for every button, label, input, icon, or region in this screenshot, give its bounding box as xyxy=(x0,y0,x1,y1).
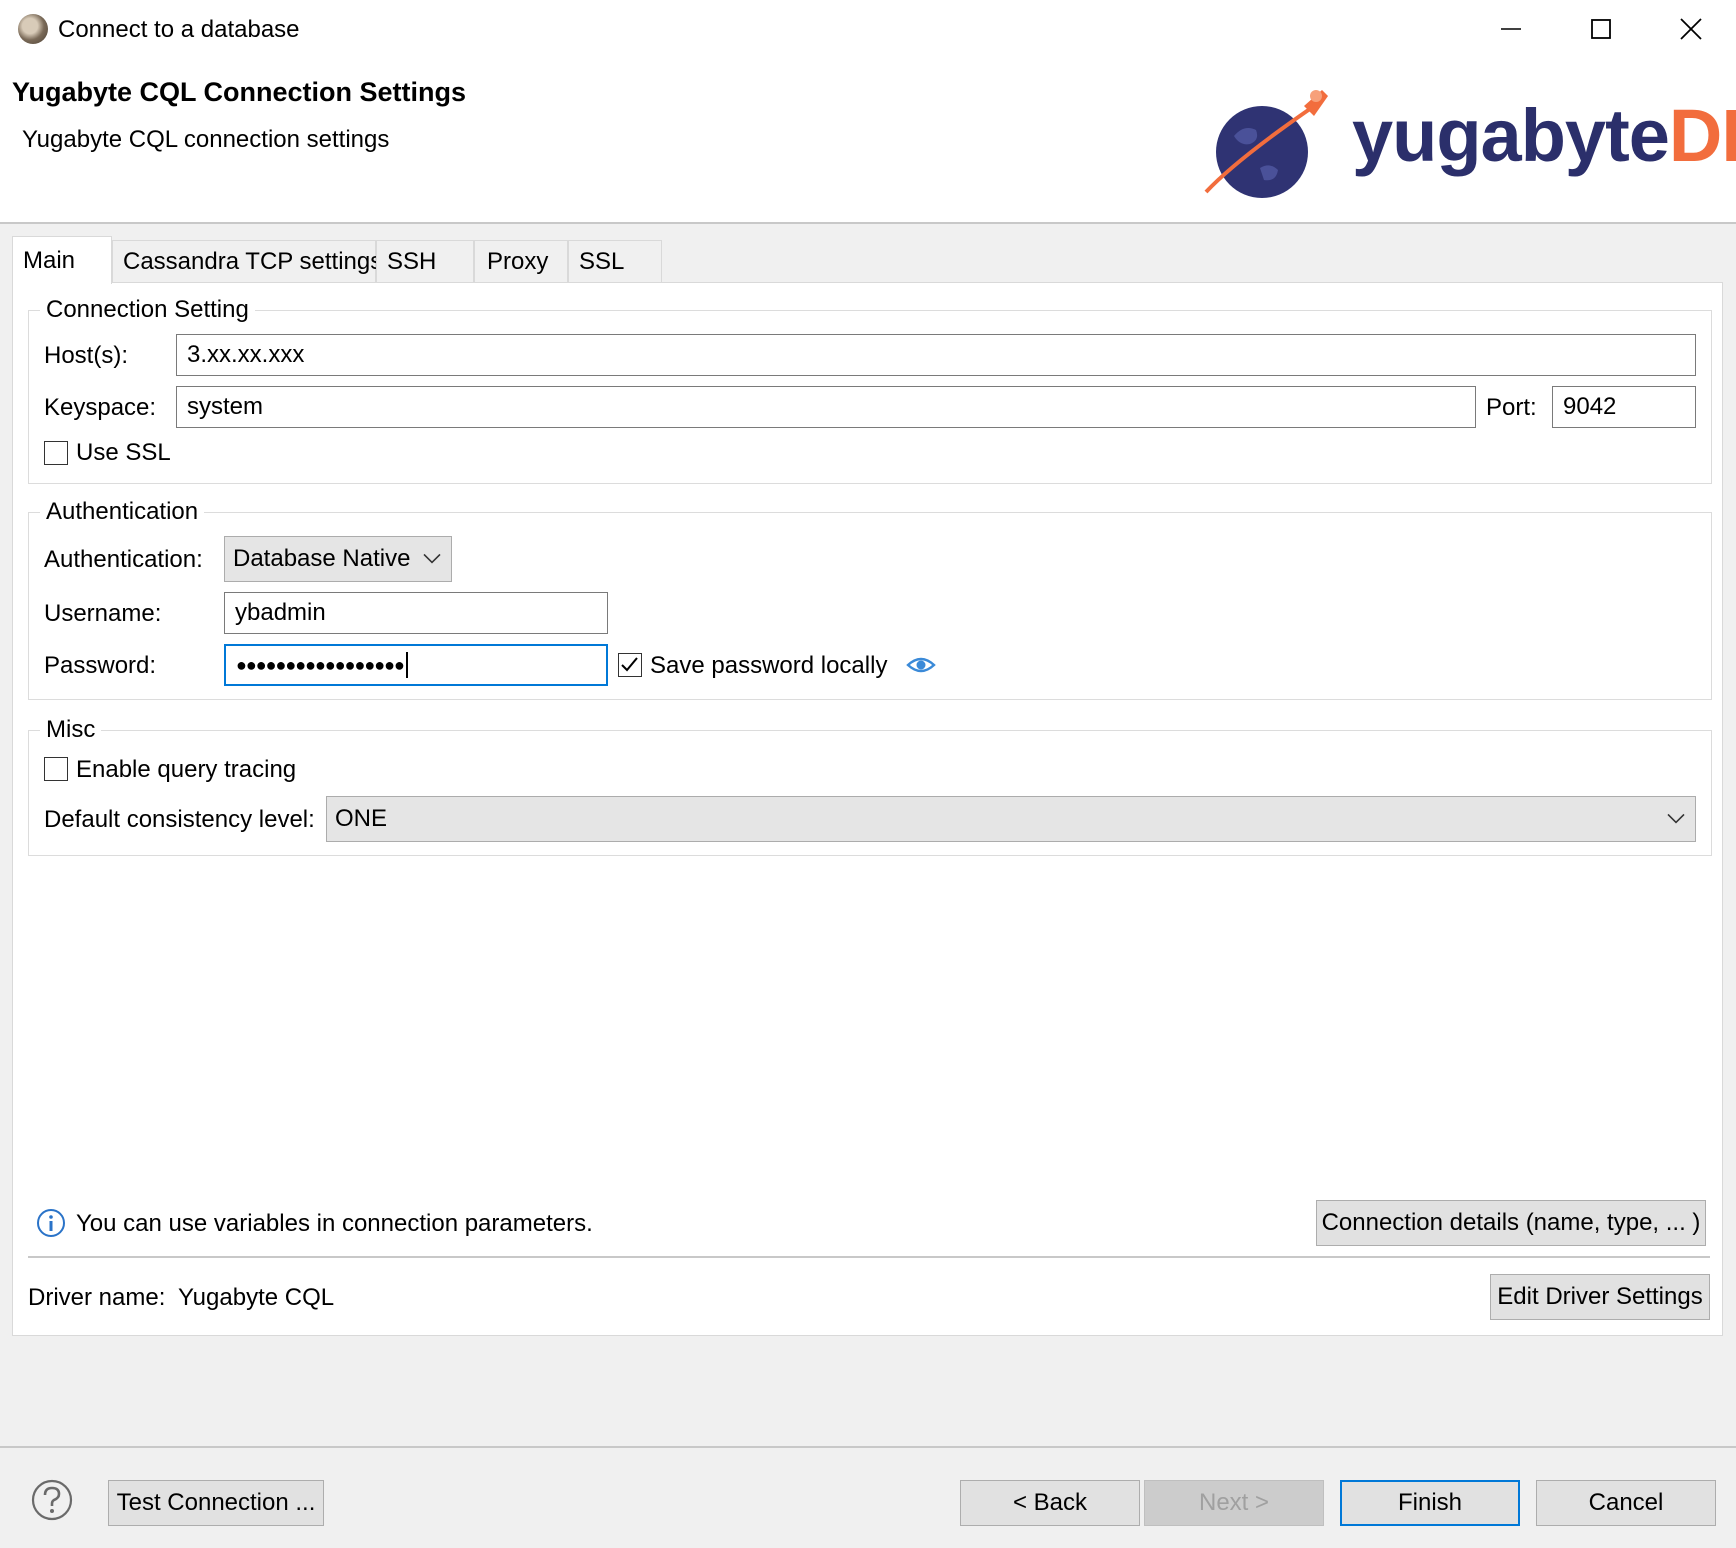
wizard-header: Yugabyte CQL Connection Settings Yugabyt… xyxy=(0,60,1736,224)
title-bar: Connect to a database xyxy=(0,0,1736,60)
username-label: Username: xyxy=(44,600,162,627)
minimize-button[interactable] xyxy=(1466,0,1556,58)
close-button[interactable] xyxy=(1646,0,1736,58)
variables-info-text: You can use variables in connection para… xyxy=(76,1210,593,1237)
password-value: ●●●●●●●●●●●●●●●●● xyxy=(236,654,405,675)
footer-separator xyxy=(28,1256,1710,1258)
tab-main[interactable]: Main xyxy=(12,236,112,284)
query-tracing-checkbox[interactable] xyxy=(44,757,68,781)
logo-text-main: yugabyte xyxy=(1352,94,1670,177)
save-password-checkbox[interactable] xyxy=(618,653,642,677)
hosts-input[interactable]: 3.xx.xx.xxx xyxy=(176,334,1696,376)
back-button[interactable]: < Back xyxy=(960,1480,1140,1526)
page-title: Yugabyte CQL Connection Settings xyxy=(12,77,467,107)
maximize-button[interactable] xyxy=(1556,0,1646,58)
authentication-value: Database Native xyxy=(233,545,411,572)
query-tracing-label: Enable query tracing xyxy=(76,756,297,783)
keyspace-value: system xyxy=(187,393,264,420)
save-password-label: Save password locally xyxy=(650,652,888,679)
use-ssl-checkbox[interactable] xyxy=(44,441,68,465)
button-label: Next > xyxy=(1198,1489,1270,1516)
test-connection-button[interactable]: Test Connection ... xyxy=(108,1480,324,1526)
tab-label: SSH xyxy=(387,247,437,275)
button-label: Connection details (name, type, ... ) xyxy=(1321,1209,1701,1236)
help-icon[interactable] xyxy=(30,1478,74,1522)
consistency-select[interactable]: ONE xyxy=(326,796,1696,842)
consistency-value: ONE xyxy=(335,805,388,832)
button-label: Cancel xyxy=(1588,1489,1664,1516)
yugabyte-logo: yugabyteDB xyxy=(1352,96,1736,176)
keyspace-label: Keyspace: xyxy=(44,394,157,421)
tab-label: Cassandra TCP settings xyxy=(123,247,383,275)
driver-name-label: Driver name: xyxy=(28,1284,166,1311)
button-label: < Back xyxy=(1012,1489,1088,1516)
authentication-legend: Authentication xyxy=(40,498,205,526)
close-icon xyxy=(1680,18,1702,40)
port-label: Port: xyxy=(1486,394,1537,421)
cancel-button[interactable]: Cancel xyxy=(1536,1480,1716,1526)
tab-cassandra-tcp-settings[interactable]: Cassandra TCP settings xyxy=(112,240,382,282)
username-value: ybadmin xyxy=(235,599,326,626)
authentication-select[interactable]: Database Native xyxy=(224,536,452,582)
tab-label: SSL xyxy=(579,247,625,275)
finish-button[interactable]: Finish xyxy=(1340,1480,1520,1526)
port-value: 9042 xyxy=(1563,393,1617,420)
password-label: Password: xyxy=(44,652,157,679)
misc-legend: Misc xyxy=(40,716,102,744)
chevron-down-icon xyxy=(423,553,441,564)
port-input[interactable]: 9042 xyxy=(1552,386,1696,428)
chevron-down-icon xyxy=(1667,813,1685,824)
minimize-icon xyxy=(1501,28,1521,30)
info-icon xyxy=(37,1209,65,1237)
dbeaver-icon xyxy=(18,14,48,44)
eye-icon[interactable] xyxy=(906,654,936,676)
button-label: Test Connection ... xyxy=(116,1489,316,1516)
page-subtitle: Yugabyte CQL connection settings xyxy=(22,126,390,153)
driver-name-value: Yugabyte CQL xyxy=(178,1284,335,1311)
connection-setting-legend: Connection Setting xyxy=(40,296,255,324)
yugabyte-planet-rocket-icon xyxy=(1204,90,1328,198)
tab-ssl[interactable]: SSL xyxy=(568,240,662,282)
button-label: Edit Driver Settings xyxy=(1497,1283,1703,1310)
authentication-label: Authentication: xyxy=(44,546,203,573)
checkmark-icon xyxy=(621,657,638,672)
tab-label: Proxy xyxy=(487,247,549,275)
tab-label: Main xyxy=(23,246,76,274)
next-button[interactable]: Next > xyxy=(1144,1480,1324,1526)
username-input[interactable]: ybadmin xyxy=(224,592,608,634)
consistency-label: Default consistency level: xyxy=(44,806,315,833)
keyspace-input[interactable]: system xyxy=(176,386,1476,428)
logo-text-accent: DB xyxy=(1668,94,1736,177)
hosts-label: Host(s): xyxy=(44,342,128,369)
connection-details-button[interactable]: Connection details (name, type, ... ) xyxy=(1316,1200,1706,1246)
text-cursor xyxy=(405,652,408,678)
maximize-icon xyxy=(1591,19,1611,39)
button-label: Finish xyxy=(1397,1489,1463,1516)
tab-ssh[interactable]: SSH xyxy=(376,240,474,282)
password-input[interactable]: ●●●●●●●●●●●●●●●●● xyxy=(224,644,608,686)
use-ssl-label: Use SSL xyxy=(76,439,171,466)
window-title: Connect to a database xyxy=(58,16,300,43)
tab-proxy[interactable]: Proxy xyxy=(474,240,568,282)
hosts-value: 3.xx.xx.xxx xyxy=(187,341,305,368)
edit-driver-settings-button[interactable]: Edit Driver Settings xyxy=(1490,1274,1710,1320)
